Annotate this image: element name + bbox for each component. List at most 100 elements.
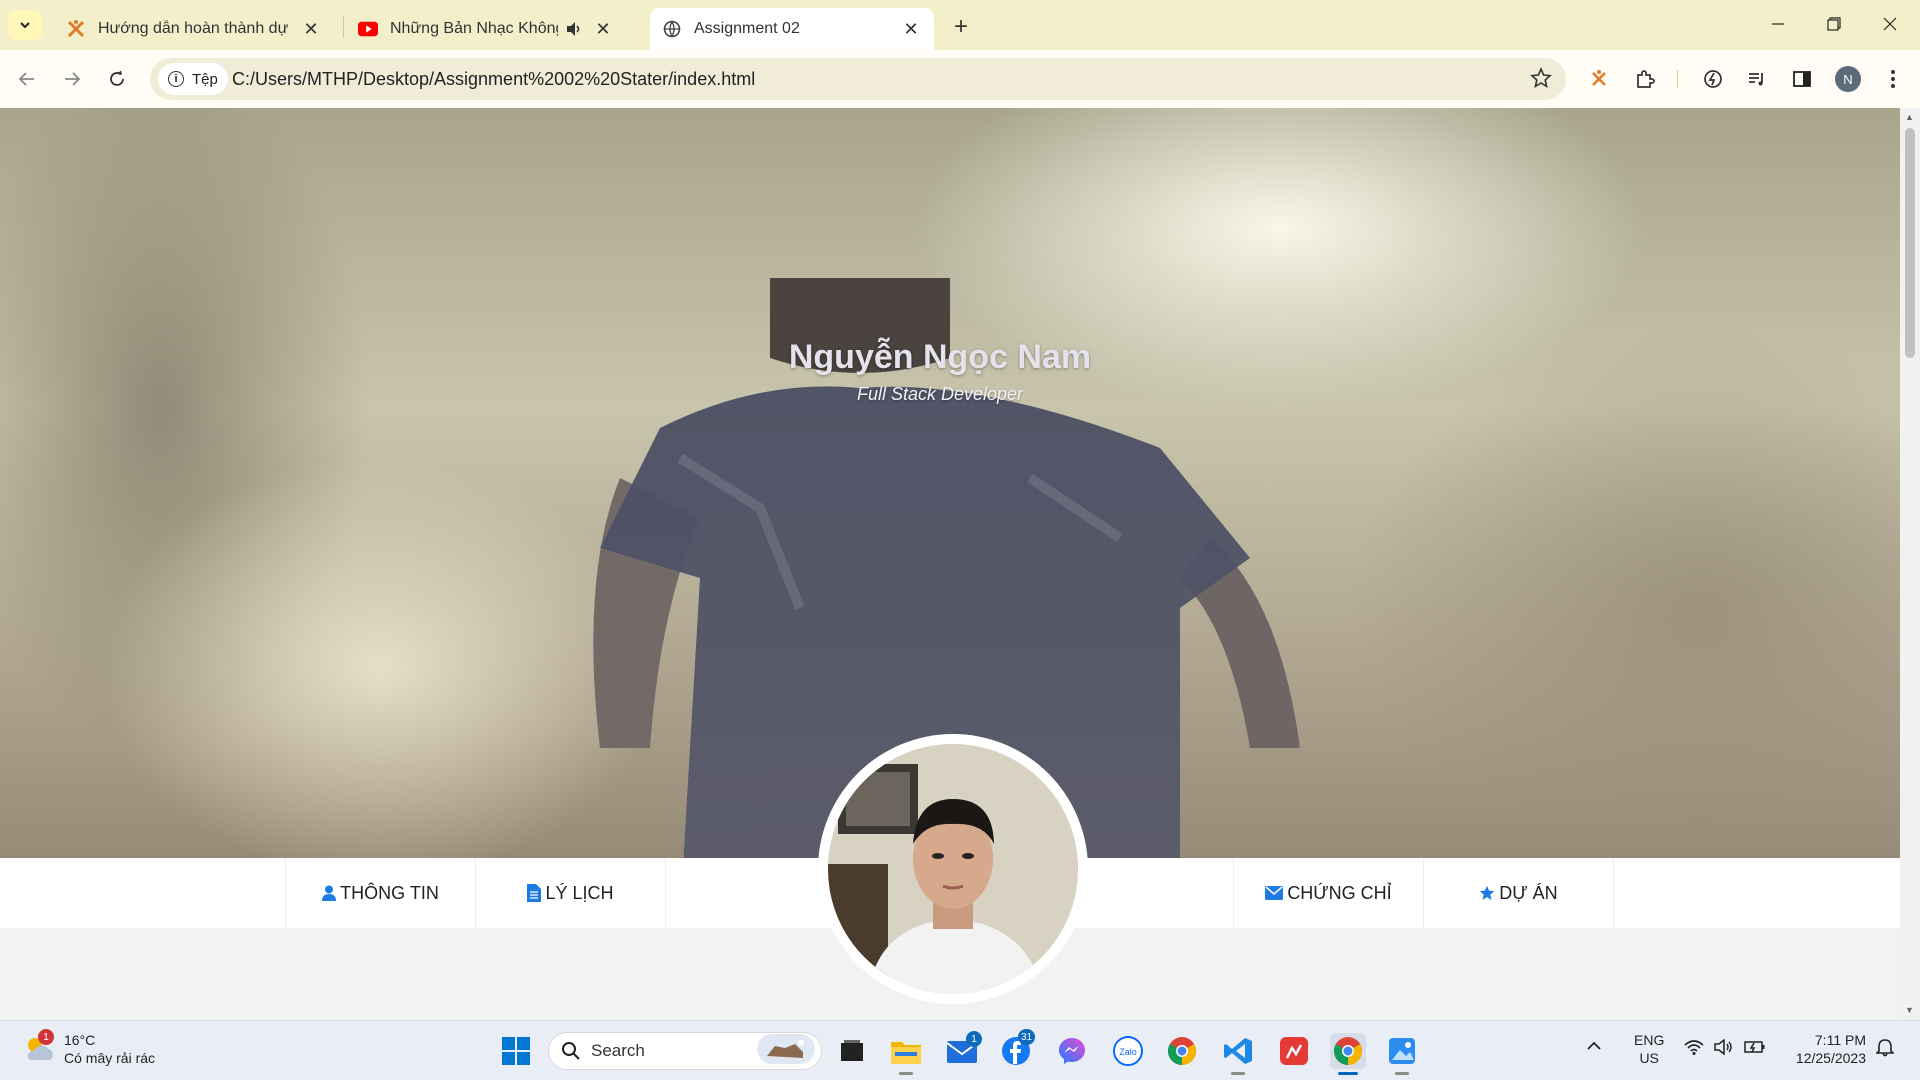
tab-strip: Hướng dẫn hoàn thành dự án | ✕ Những Bản… [0,0,1920,50]
hero-name: Nguyễn Ngọc Nam [788,338,1092,376]
performance-icon[interactable] [1698,64,1728,94]
tab-assignment[interactable]: Assignment 02 ✕ [650,8,934,50]
media-controls-icon[interactable] [1742,64,1772,94]
youtube-icon [358,19,378,39]
fx-logo-icon [66,19,86,39]
weather-condition: Có mây rải rác [64,1050,156,1066]
profile-avatar[interactable]: N [1835,66,1861,92]
messenger-button[interactable] [1054,1033,1090,1069]
fx-extension-icon[interactable] [1584,64,1614,94]
reload-icon [110,70,124,86]
mail-button[interactable]: 1 [944,1031,982,1069]
photos-icon [1389,1038,1415,1064]
nav-item-label: LÝ LỊCH [545,882,614,903]
site-info-chip[interactable]: i Tệp [158,63,228,95]
app-red-icon [1280,1037,1308,1065]
close-tab-icon[interactable]: ✕ [592,18,614,40]
address-bar[interactable]: i Tệp C:/Users/MTHP/Desktop/Assignment%2… [150,58,1566,100]
zalo-button[interactable]: Zalo [1110,1033,1146,1069]
tab-guide[interactable]: Hướng dẫn hoàn thành dự án | ✕ [54,8,334,50]
scroll-up-icon[interactable]: ▲ [1905,112,1914,122]
weather-temp: 16°C [64,1032,96,1048]
wifi-icon [1684,1040,1704,1055]
search-highlight-icon [757,1033,815,1069]
file-explorer-button[interactable] [888,1033,924,1075]
system-tray-icons[interactable] [1684,1039,1766,1055]
close-window-button[interactable] [1862,6,1918,42]
minimize-button[interactable] [1750,6,1806,42]
nav-item-ly-lich[interactable]: LÝ LỊCH [475,858,665,928]
nav-divider [665,858,666,928]
running-indicator [899,1072,913,1075]
back-button[interactable] [12,64,42,94]
taskbar-search[interactable]: Search [548,1032,822,1070]
star-icon [1479,885,1495,901]
weather-widget[interactable]: 1 16°C Có mây rải rác [22,1029,156,1067]
arrow-left-icon [18,72,34,86]
chrome-icon [1334,1037,1362,1065]
windows-taskbar: 1 16°C Có mây rải rác Search 1 31 Zalo E… [0,1020,1920,1080]
show-hidden-icons[interactable] [1586,1038,1602,1056]
nav-divider [1613,858,1614,928]
task-view-button[interactable] [834,1033,870,1069]
extensions-puzzle-icon[interactable] [1630,64,1660,94]
tab-title: Những Bản Nhạc Không Lời [390,20,558,37]
photos-button[interactable] [1384,1033,1420,1075]
clock-date: 12/25/2023 [1795,1050,1866,1066]
start-button[interactable] [498,1033,534,1069]
chrome-profile-button[interactable] [1330,1033,1366,1075]
volume-icon [1714,1039,1732,1055]
site-chip-label: Tệp [192,70,218,88]
envelope-icon [1265,886,1284,900]
vscode-icon [1224,1038,1252,1064]
language-line-2: US [1639,1050,1659,1066]
nav-item-thong-tin[interactable]: THÔNG TIN [285,858,475,928]
running-indicator [1231,1072,1245,1075]
browser-toolbar: i Tệp C:/Users/MTHP/Desktop/Assignment%2… [0,50,1920,108]
weather-badge: 1 [38,1029,54,1045]
facebook-badge: 31 [1018,1029,1036,1045]
url-text[interactable]: C:/Users/MTHP/Desktop/Assignment%2002%20… [232,69,755,90]
side-panel-icon[interactable] [1787,64,1817,94]
windows-logo-icon [502,1037,530,1065]
tab-title: Assignment 02 [694,20,800,37]
close-tab-icon[interactable]: ✕ [300,18,322,40]
info-icon: i [168,71,184,87]
restore-button[interactable] [1806,6,1862,42]
page-scrollbar[interactable]: ▲ ▼ [1900,108,1920,1020]
scroll-thumb[interactable] [1905,128,1915,358]
search-label: Search [591,1041,645,1060]
language-line-1: ENG [1634,1032,1665,1048]
tab-search-button[interactable] [8,10,42,40]
cloud-sun-icon: 1 [22,1029,56,1066]
chevron-up-icon [1587,1041,1601,1050]
new-tab-button[interactable]: + [946,12,976,42]
tab-youtube[interactable]: Những Bản Nhạc Không Lời ✕ [346,8,626,50]
app-red-button[interactable] [1276,1033,1312,1069]
minimize-icon [1772,23,1784,25]
bookmark-star-icon[interactable] [1530,66,1552,94]
speaker-icon[interactable] [564,19,584,39]
menu-kebab-icon[interactable] [1878,64,1908,94]
reload-button[interactable] [102,64,132,94]
clock[interactable]: 7:11 PM 12/25/2023 [1786,1031,1866,1067]
nav-item-label: CHỨNG CHỈ [1287,882,1392,903]
facebook-button[interactable]: 31 [998,1029,1036,1069]
arrow-right-icon [65,72,81,86]
profile-avatar-photo [818,734,1088,1004]
search-icon [562,1042,580,1060]
running-indicator [1395,1072,1409,1075]
restore-icon [1827,17,1841,31]
vscode-button[interactable] [1220,1033,1256,1075]
scroll-down-icon[interactable]: ▼ [1905,1005,1914,1015]
clock-time: 7:11 PM [1814,1032,1866,1048]
nav-item-chung-chi[interactable]: CHỨNG CHỈ [1233,858,1423,928]
nav-item-du-an[interactable]: DỰ ÁN [1423,858,1613,928]
nav-item-label: DỰ ÁN [1499,882,1558,903]
hero-role: Full Stack Developer [856,384,1024,404]
forward-button[interactable] [57,64,87,94]
notifications-button[interactable] [1875,1039,1895,1061]
language-indicator[interactable]: ENG US [1634,1031,1664,1067]
chrome-button[interactable] [1164,1033,1200,1069]
close-tab-icon[interactable]: ✕ [900,18,922,40]
